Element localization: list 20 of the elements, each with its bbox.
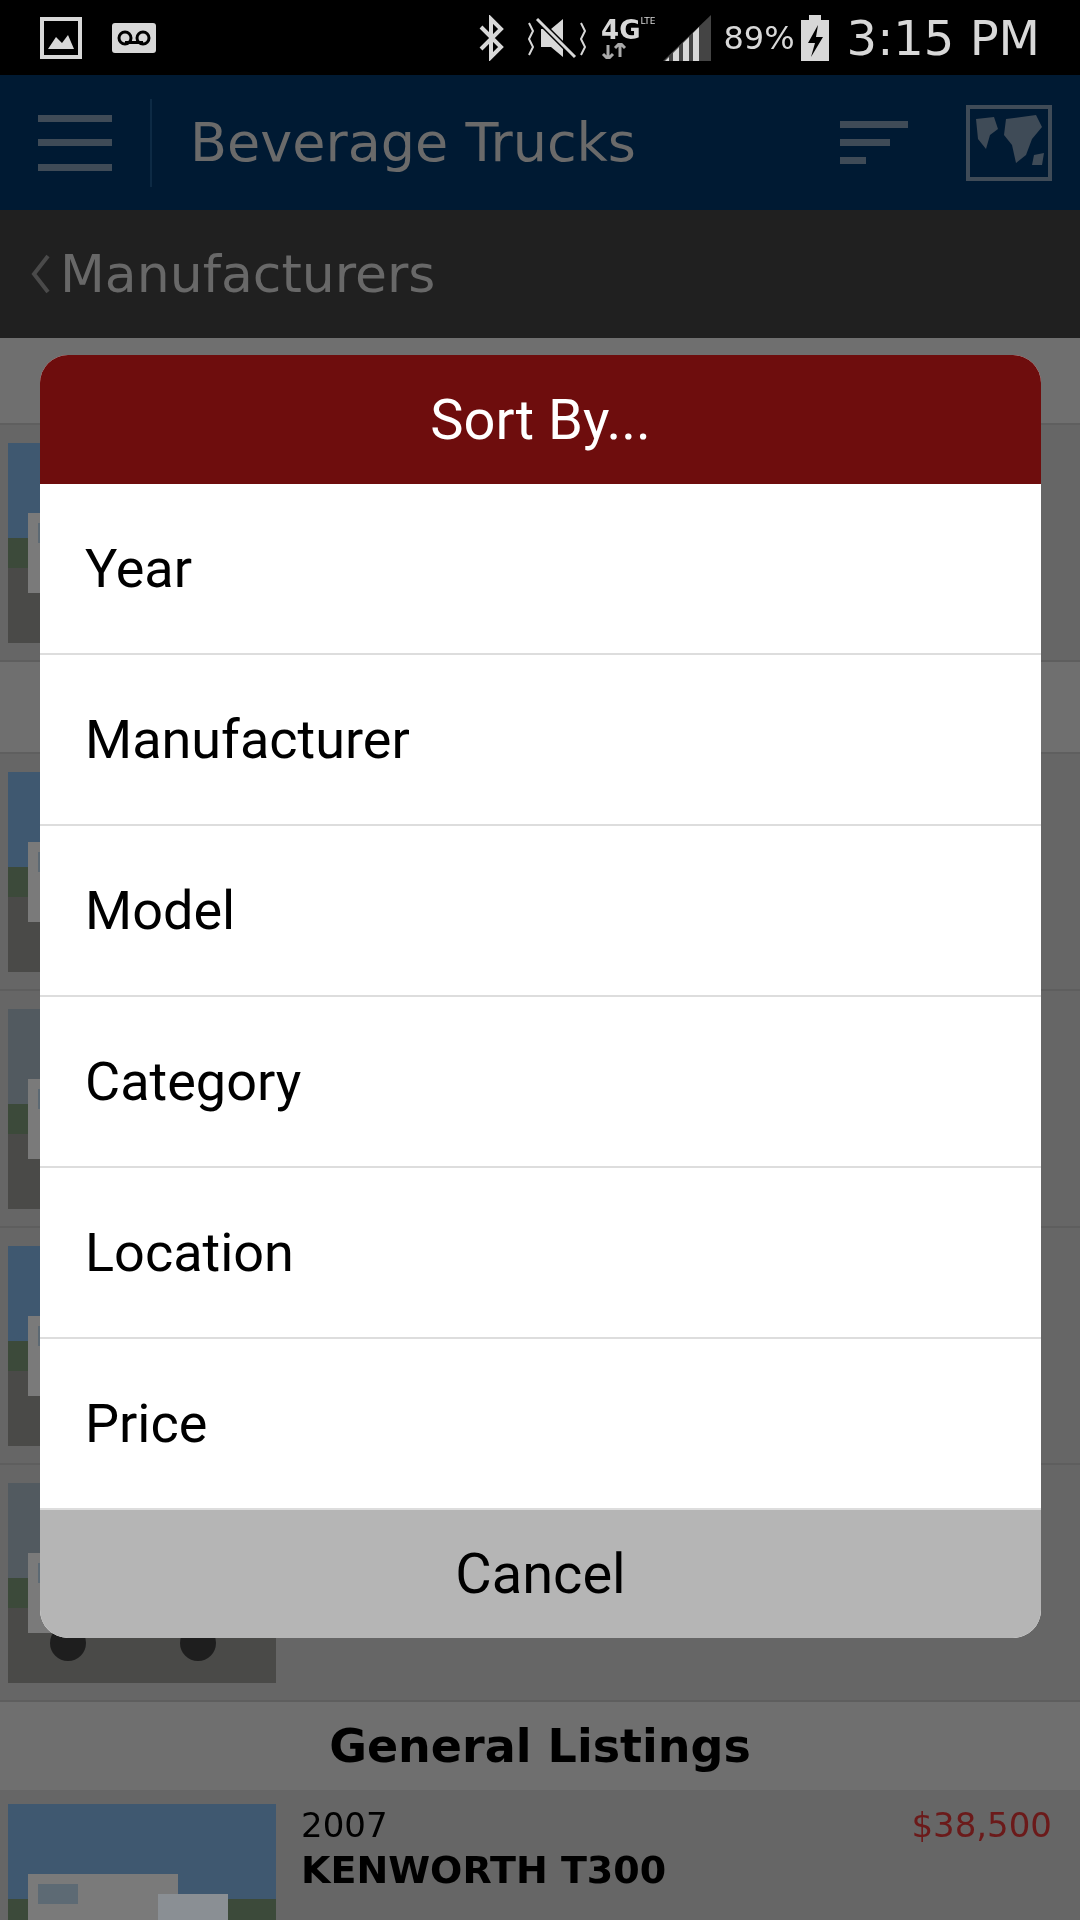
signal-icon bbox=[663, 14, 712, 61]
sort-icon[interactable] bbox=[840, 120, 908, 165]
battery-charging-icon bbox=[800, 14, 829, 61]
network-type: 4G bbox=[601, 16, 641, 43]
voicemail-icon bbox=[112, 22, 156, 53]
listing-title: KENWORTH T300 bbox=[301, 1846, 668, 1894]
data-arrows-icon bbox=[601, 42, 628, 59]
dialog-title: Sort By... bbox=[430, 385, 651, 455]
section-heading: General Listings bbox=[329, 1717, 751, 1775]
gallery-icon bbox=[40, 16, 82, 59]
listing-price: $38,500 bbox=[911, 1804, 1052, 1847]
app-title: Beverage Trucks bbox=[190, 110, 636, 176]
world-map-icon[interactable] bbox=[966, 104, 1052, 181]
network-sub: LTE bbox=[640, 16, 656, 26]
menu-button[interactable] bbox=[38, 112, 112, 173]
cancel-button[interactable]: Cancel bbox=[40, 1510, 1041, 1638]
chevron-left-icon bbox=[30, 254, 50, 294]
clock: 3:15 PM bbox=[846, 8, 1040, 68]
listing-year: 2007 bbox=[301, 1804, 388, 1847]
battery-percent: 89% bbox=[723, 17, 795, 59]
